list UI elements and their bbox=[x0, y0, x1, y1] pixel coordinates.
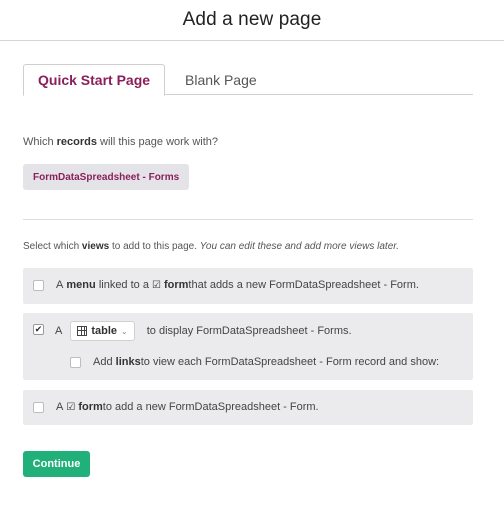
records-question-bold: records bbox=[56, 136, 97, 148]
option-table-text: A table ⌄ to display FormDataSpreadsheet… bbox=[55, 321, 352, 341]
views-question-bold: views bbox=[81, 241, 110, 252]
option-menu-mid: linked to a bbox=[98, 279, 149, 291]
table-checkbox[interactable]: ✔ bbox=[33, 324, 44, 335]
views-question-mid: to add to this page. bbox=[109, 241, 200, 252]
tab-blank-page[interactable]: Blank Page bbox=[165, 64, 271, 95]
check-square-icon: ☑ bbox=[151, 279, 161, 291]
records-question: Which records will this page work with? bbox=[23, 136, 218, 148]
records-question-prefix: Which bbox=[23, 136, 57, 148]
view-type-value: table bbox=[91, 325, 118, 337]
selected-records-button[interactable]: FormDataSpreadsheet - Forms bbox=[23, 164, 190, 190]
option-table-prefix: A bbox=[55, 325, 63, 337]
option-links-suffix: to view each FormDataSpreadsheet - Form … bbox=[140, 356, 440, 368]
tab-bar: Quick Start Page Blank Page bbox=[23, 64, 473, 96]
section-divider bbox=[23, 219, 473, 220]
chevron-down-icon: ⌄ bbox=[121, 326, 128, 336]
page-title: Add a new page bbox=[182, 9, 322, 30]
option-menu-text: A menu linked to a ☑ form that adds a new… bbox=[56, 279, 419, 291]
view-type-dropdown[interactable]: table ⌄ bbox=[70, 321, 135, 341]
option-links-prefix: Add bbox=[93, 356, 113, 368]
table-icon bbox=[77, 326, 88, 336]
option-menu-bold-form: form bbox=[163, 279, 189, 291]
form-checkbox[interactable] bbox=[33, 402, 44, 413]
option-form-bold: form bbox=[78, 401, 103, 413]
check-square-icon: ☑ bbox=[66, 401, 76, 413]
option-links-text: Add links to view each FormDataSpreadshe… bbox=[93, 356, 439, 368]
views-question-prefix: Select which bbox=[23, 241, 82, 252]
option-menu-bold-menu: menu bbox=[66, 279, 96, 291]
tab-quick-start-page[interactable]: Quick Start Page bbox=[23, 64, 166, 96]
option-table-suffix: to display FormDataSpreadsheet - Forms. bbox=[146, 325, 352, 337]
records-question-suffix: will this page work with? bbox=[96, 136, 219, 148]
menu-checkbox[interactable] bbox=[33, 280, 44, 291]
links-checkbox[interactable] bbox=[70, 357, 81, 368]
option-form: A ☑ form to add a new FormDataSpreadsheet… bbox=[23, 390, 473, 425]
views-question: Select which views to add to this page. … bbox=[23, 241, 399, 252]
option-form-suffix: to add a new FormDataSpreadsheet - Form. bbox=[102, 401, 319, 413]
page-header: Add a new page bbox=[0, 0, 504, 41]
option-menu: A menu linked to a ☑ form that adds a new… bbox=[23, 268, 473, 304]
option-menu-prefix: A bbox=[56, 279, 64, 291]
option-form-prefix: A bbox=[56, 401, 64, 413]
option-table: ✔ A table ⌄ to display FormDataSpreadshe… bbox=[23, 313, 473, 380]
continue-button[interactable]: Continue bbox=[23, 451, 90, 477]
option-menu-suffix: that adds a new FormDataSpreadsheet - Fo… bbox=[188, 279, 419, 291]
option-form-text: A ☑ form to add a new FormDataSpreadsheet… bbox=[56, 401, 319, 413]
option-links-bold: links bbox=[115, 356, 141, 368]
views-question-hint: You can edit these and add more views la… bbox=[199, 241, 399, 252]
